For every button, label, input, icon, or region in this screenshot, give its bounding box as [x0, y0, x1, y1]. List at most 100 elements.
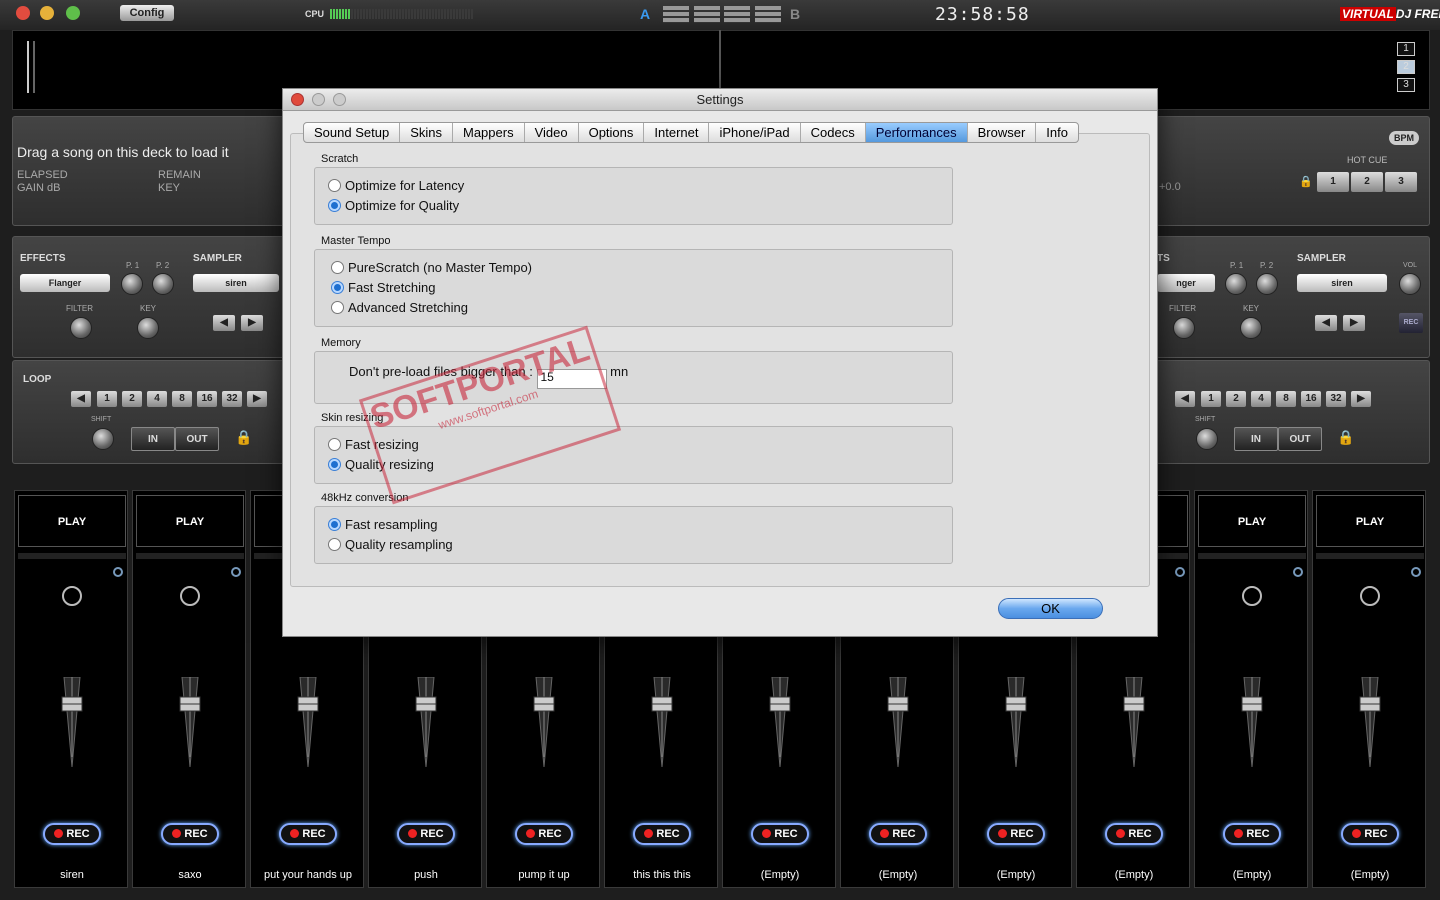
tab-performances[interactable]: Performances	[865, 123, 968, 142]
key-knob[interactable]	[137, 317, 159, 339]
deck-b-indicator[interactable]: B	[790, 6, 800, 22]
loop-size-2[interactable]: 2	[122, 391, 142, 407]
play-button[interactable]: PLAY	[1316, 495, 1424, 547]
effect-p2-knob[interactable]	[152, 273, 174, 295]
slot-settings-icon[interactable]	[231, 567, 241, 577]
right-loop-size-16[interactable]: 16	[1301, 391, 1321, 407]
volume-fader[interactable]	[765, 677, 795, 767]
loop-size-1[interactable]: 1	[97, 391, 117, 407]
loop-out-button[interactable]: OUT	[175, 427, 219, 451]
ok-button[interactable]: OK	[998, 598, 1103, 619]
radio-circle[interactable]	[331, 301, 344, 314]
bpm-button[interactable]: BPM	[1389, 131, 1419, 145]
waveform-cursor[interactable]	[27, 41, 35, 93]
radio-circle[interactable]	[331, 261, 344, 274]
loop-size-16[interactable]: 16	[197, 391, 217, 407]
play-button[interactable]: PLAY	[18, 495, 126, 547]
rec-button[interactable]: REC	[43, 823, 101, 845]
radio-circle-selected[interactable]	[328, 458, 341, 471]
rec-button[interactable]: REC	[1105, 823, 1163, 845]
minimize-window-button[interactable]	[40, 6, 54, 20]
loop-next-button[interactable]: ▶	[247, 391, 267, 407]
tab-video[interactable]: Video	[525, 123, 579, 142]
rec-button[interactable]: REC	[987, 823, 1045, 845]
radio-fast-stretching[interactable]: Fast Stretching	[331, 280, 435, 295]
tab-options[interactable]: Options	[579, 123, 645, 142]
rec-button[interactable]: REC	[397, 823, 455, 845]
right-sampler-prev-button[interactable]: ◀	[1315, 315, 1337, 331]
radio-fast-resampling[interactable]: Fast resampling	[328, 517, 437, 532]
rec-button[interactable]: REC	[161, 823, 219, 845]
rec-button[interactable]: REC	[1341, 823, 1399, 845]
loop-mode-icon[interactable]	[62, 586, 82, 606]
memory-size-input[interactable]: 15	[536, 369, 607, 389]
effect-p1-knob[interactable]	[121, 273, 143, 295]
loop-size-4[interactable]: 4	[147, 391, 167, 407]
radio-quality-resizing[interactable]: Quality resizing	[328, 457, 434, 472]
tab-codecs[interactable]: Codecs	[801, 123, 866, 142]
radio-advanced-stretching[interactable]: Advanced Stretching	[331, 300, 468, 315]
right-sampler-next-button[interactable]: ▶	[1343, 315, 1365, 331]
sampler-rec-button[interactable]: REC	[1399, 313, 1423, 333]
effect-select[interactable]: Flanger	[20, 274, 110, 292]
tab-info[interactable]: Info	[1036, 123, 1078, 142]
right-loop-size-32[interactable]: 32	[1326, 391, 1346, 407]
dialog-zoom-button[interactable]	[333, 93, 346, 106]
right-effect-p2-knob[interactable]	[1256, 273, 1278, 295]
right-key-knob[interactable]	[1240, 317, 1262, 339]
right-loop-prev-button[interactable]: ◀	[1175, 391, 1195, 407]
volume-fader[interactable]	[411, 677, 441, 767]
right-loop-size-8[interactable]: 8	[1276, 391, 1296, 407]
sampler-select[interactable]: siren	[193, 274, 279, 292]
loop-size-32[interactable]: 32	[222, 391, 242, 407]
hot-cue-lock-icon[interactable]: 🔒	[1299, 175, 1313, 188]
rec-button[interactable]: REC	[515, 823, 573, 845]
radio-circle[interactable]	[328, 538, 341, 551]
loop-in-button[interactable]: IN	[131, 427, 175, 451]
view-1-button[interactable]: 1	[1397, 42, 1415, 56]
right-lock-icon[interactable]: 🔒	[1337, 429, 1354, 446]
tab-browser[interactable]: Browser	[968, 123, 1037, 142]
hot-cue-1[interactable]: 1	[1317, 172, 1349, 192]
loop-mode-icon[interactable]	[1242, 586, 1262, 606]
right-sampler-select[interactable]: siren	[1297, 274, 1387, 292]
right-filter-knob[interactable]	[1173, 317, 1195, 339]
slot-settings-icon[interactable]	[1411, 567, 1421, 577]
right-loop-in-button[interactable]: IN	[1234, 427, 1278, 451]
radio-circle-selected[interactable]	[331, 281, 344, 294]
slot-settings-icon[interactable]	[1175, 567, 1185, 577]
shift-knob[interactable]	[92, 428, 114, 450]
hot-cue-2[interactable]: 2	[1351, 172, 1383, 192]
volume-fader[interactable]	[1237, 677, 1267, 767]
rec-button[interactable]: REC	[1223, 823, 1281, 845]
tab-skins[interactable]: Skins	[400, 123, 453, 142]
right-shift-knob[interactable]	[1196, 428, 1218, 450]
volume-fader[interactable]	[1119, 677, 1149, 767]
config-button[interactable]: Config	[120, 5, 174, 21]
loop-size-8[interactable]: 8	[172, 391, 192, 407]
right-loop-next-button[interactable]: ▶	[1351, 391, 1371, 407]
right-loop-size-1[interactable]: 1	[1201, 391, 1221, 407]
view-3-button[interactable]: 3	[1397, 78, 1415, 92]
tab-mappers[interactable]: Mappers	[453, 123, 525, 142]
deck-a-indicator[interactable]: A	[640, 6, 650, 22]
radio-quality-resampling[interactable]: Quality resampling	[328, 537, 453, 552]
rec-button[interactable]: REC	[869, 823, 927, 845]
radio-circle-selected[interactable]	[328, 518, 341, 531]
zoom-window-button[interactable]	[66, 6, 80, 20]
view-2-button[interactable]: 2	[1397, 60, 1415, 74]
right-effect-select[interactable]: nger	[1157, 274, 1215, 292]
sampler-prev-button[interactable]: ◀	[213, 315, 235, 331]
tab-sound-setup[interactable]: Sound Setup	[304, 123, 401, 142]
volume-fader[interactable]	[293, 677, 323, 767]
loop-mode-icon[interactable]	[1360, 586, 1380, 606]
slot-settings-icon[interactable]	[1293, 567, 1303, 577]
play-button[interactable]: PLAY	[1198, 495, 1306, 547]
lock-icon[interactable]: 🔒	[235, 429, 252, 446]
volume-fader[interactable]	[1355, 677, 1385, 767]
volume-fader[interactable]	[647, 677, 677, 767]
radio-fast-resizing[interactable]: Fast resizing	[328, 437, 419, 452]
rec-button[interactable]: REC	[279, 823, 337, 845]
loop-mode-icon[interactable]	[180, 586, 200, 606]
radio-optimize-latency[interactable]: Optimize for Latency	[328, 178, 464, 193]
